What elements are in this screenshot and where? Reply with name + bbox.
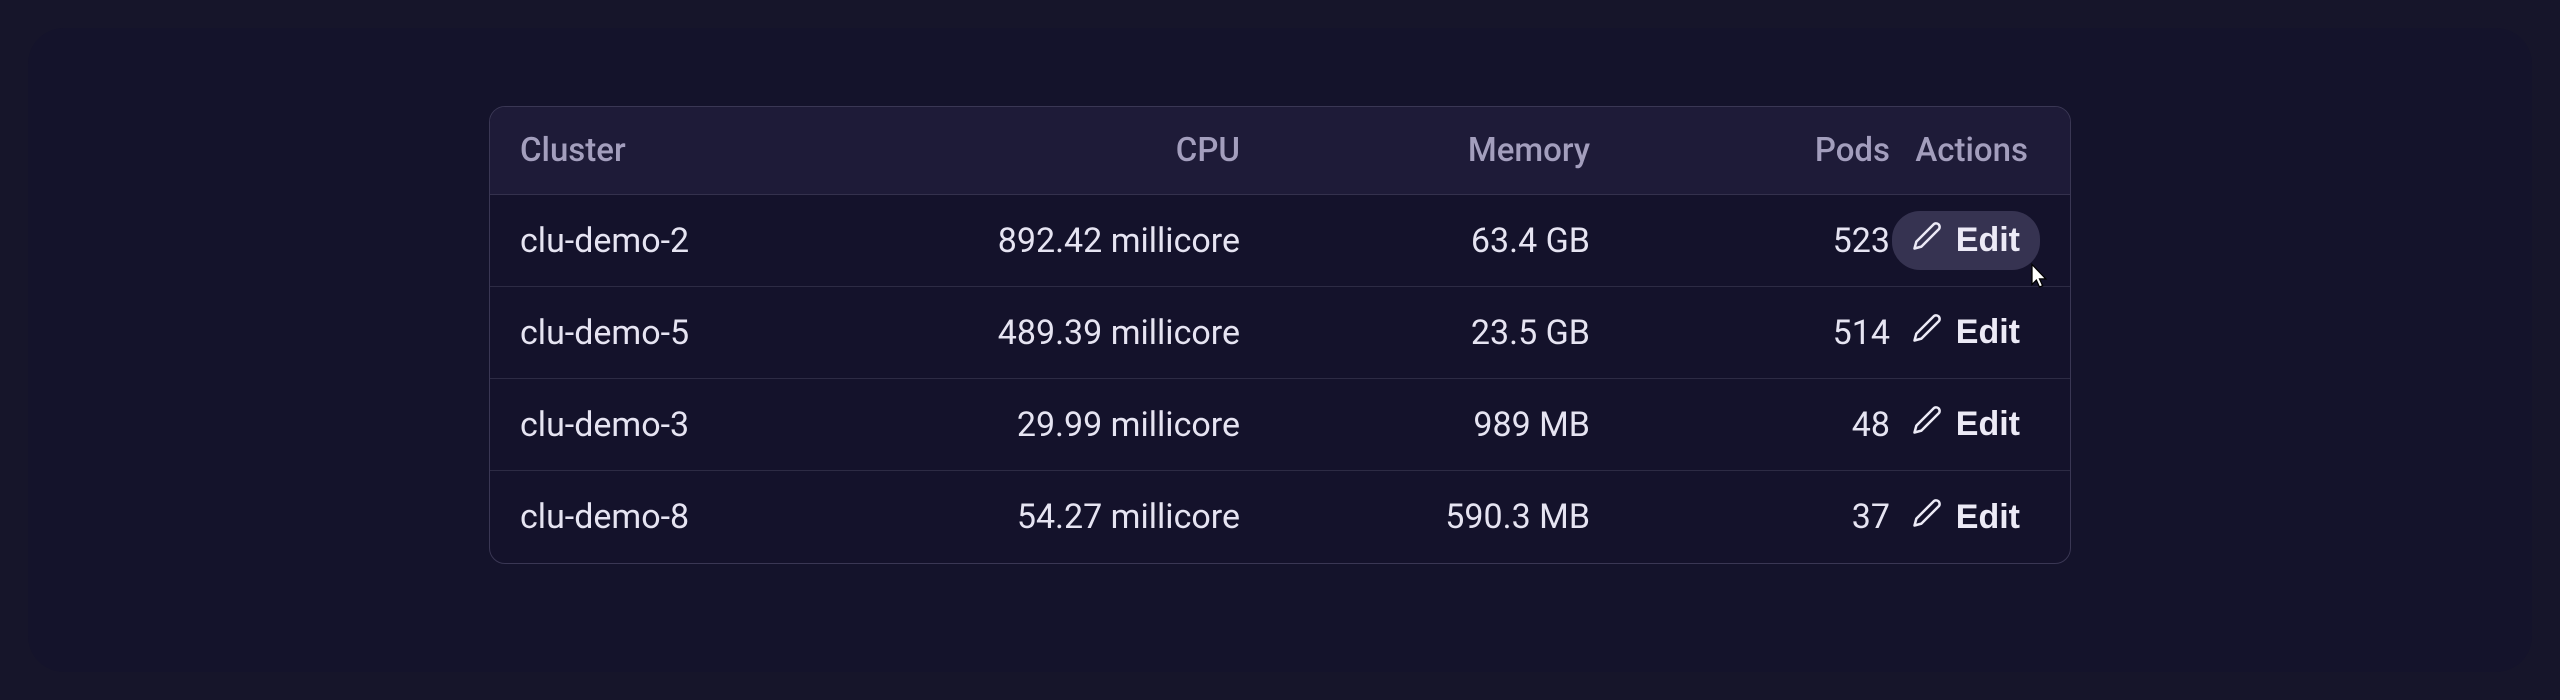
cell-pods: 48 [1590, 405, 1890, 445]
edit-button-label: Edit [1956, 221, 2020, 260]
cell-cluster: clu-demo-2 [520, 221, 900, 261]
pencil-icon [1912, 221, 1942, 260]
cell-cpu: 892.42 millicore [900, 221, 1240, 261]
table-row: clu-demo-2 892.42 millicore 63.4 GB 523 … [490, 195, 2070, 287]
header-cpu: CPU [900, 131, 1240, 170]
table-header-row: Cluster CPU Memory Pods Actions [490, 107, 2070, 195]
edit-button-label: Edit [1956, 313, 2020, 352]
edit-button[interactable]: Edit [1892, 395, 2040, 454]
edit-button-label: Edit [1956, 498, 2020, 537]
header-actions: Actions [1890, 131, 2040, 170]
cell-cpu: 54.27 millicore [900, 497, 1240, 537]
edit-button-label: Edit [1956, 405, 2020, 444]
cell-cpu: 489.39 millicore [900, 313, 1240, 353]
cell-pods: 523 [1590, 221, 1890, 261]
edit-button[interactable]: Edit [1892, 211, 2040, 270]
cell-actions: Edit [1890, 303, 2040, 362]
header-memory: Memory [1240, 131, 1590, 170]
table-body: clu-demo-2 892.42 millicore 63.4 GB 523 … [490, 195, 2070, 563]
cell-memory: 989 MB [1240, 405, 1590, 445]
pencil-icon [1912, 313, 1942, 352]
table-row: clu-demo-3 29.99 millicore 989 MB 48 Edi… [490, 379, 2070, 471]
edit-button[interactable]: Edit [1892, 488, 2040, 547]
pencil-icon [1912, 405, 1942, 444]
cluster-table: Cluster CPU Memory Pods Actions clu-demo… [489, 106, 2071, 564]
cell-actions: Edit [1890, 395, 2040, 454]
cell-cluster: clu-demo-3 [520, 405, 900, 445]
cell-pods: 37 [1590, 497, 1890, 537]
header-cluster: Cluster [520, 131, 900, 170]
cell-cluster: clu-demo-8 [520, 497, 900, 537]
table-row: clu-demo-5 489.39 millicore 23.5 GB 514 … [490, 287, 2070, 379]
cell-cpu: 29.99 millicore [900, 405, 1240, 445]
header-pods: Pods [1590, 131, 1890, 170]
table-row: clu-demo-8 54.27 millicore 590.3 MB 37 E… [490, 471, 2070, 563]
cell-memory: 23.5 GB [1240, 313, 1590, 353]
cell-actions: Edit [1890, 211, 2040, 270]
cell-memory: 590.3 MB [1240, 497, 1590, 537]
cell-pods: 514 [1590, 313, 1890, 353]
panel: Cluster CPU Memory Pods Actions clu-demo… [28, 28, 2532, 672]
cell-cluster: clu-demo-5 [520, 313, 900, 353]
edit-button[interactable]: Edit [1892, 303, 2040, 362]
cell-memory: 63.4 GB [1240, 221, 1590, 261]
pencil-icon [1912, 498, 1942, 537]
cell-actions: Edit [1890, 488, 2040, 547]
